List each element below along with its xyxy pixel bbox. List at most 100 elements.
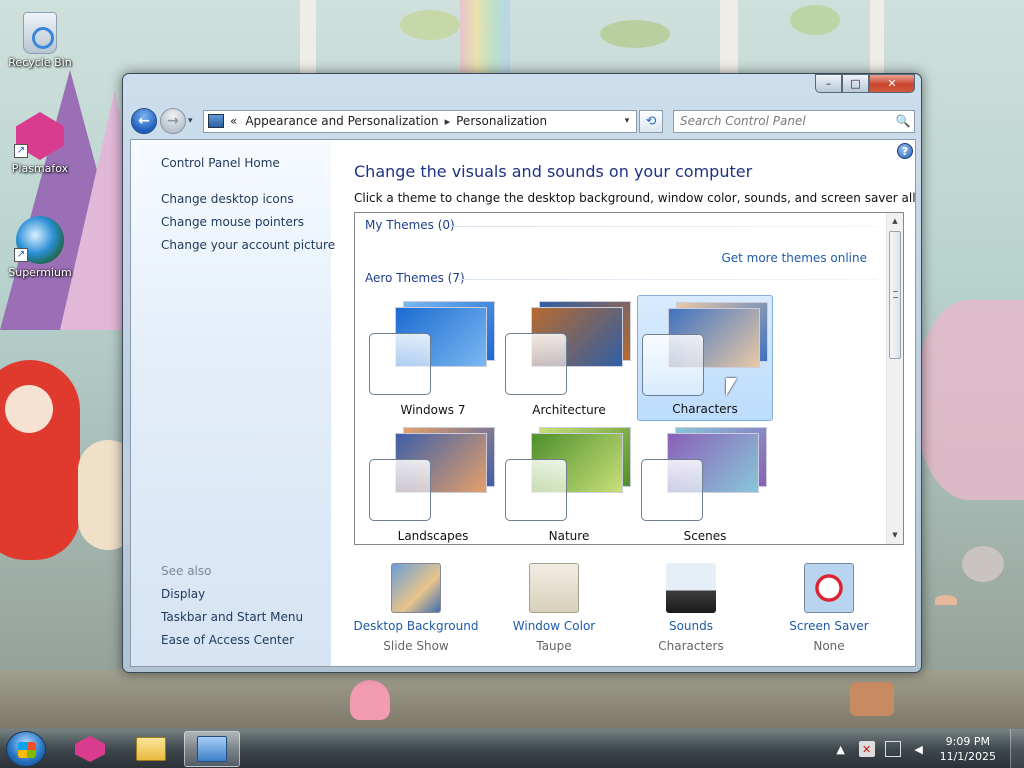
window-color-link[interactable]: Window Color	[486, 619, 622, 633]
desktop-background-value: Slide Show	[383, 639, 449, 653]
scroll-up-icon[interactable]: ▲	[887, 213, 903, 230]
themes-list: My Themes (0) Get more themes online Aer…	[354, 212, 904, 545]
screen-saver-icon	[804, 563, 854, 613]
desktop-background-setting[interactable]: Desktop Background Slide Show	[348, 560, 484, 653]
action-center-icon[interactable]: ✕	[858, 741, 875, 757]
wallpaper-leaf	[600, 20, 670, 48]
control-panel-icon	[197, 736, 227, 762]
window-color-value: Taupe	[536, 639, 572, 653]
page-subtitle: Click a theme to change the desktop back…	[354, 191, 916, 205]
desktop-icon-label: Plasmafox	[11, 162, 69, 175]
close-button[interactable]: ✕	[869, 74, 915, 93]
taskbar: ▲ ✕ ◀ 9:09 PM 11/1/2025	[0, 728, 1024, 768]
theme-tile[interactable]: Scenes	[637, 421, 773, 544]
wallpaper-doll	[0, 360, 80, 560]
see-also-heading: See also	[161, 564, 212, 578]
breadcrumb-personalization[interactable]: Personalization	[456, 114, 547, 128]
wallpaper-tree	[870, 0, 884, 75]
change-mouse-pointers-link[interactable]: Change mouse pointers	[161, 215, 304, 229]
theme-tile[interactable]: Landscapes	[365, 421, 501, 544]
taskbar-explorer-button[interactable]	[123, 731, 179, 767]
get-more-themes-link[interactable]: Get more themes online	[721, 251, 867, 265]
theme-window-color-preview	[369, 459, 431, 521]
taskbar-control-panel-button[interactable]	[184, 731, 240, 767]
wallpaper-tree	[300, 0, 316, 75]
refresh-button[interactable]: ⟲	[639, 109, 663, 133]
theme-tile[interactable]: Characters	[637, 295, 773, 421]
wallpaper-tulip	[350, 680, 390, 720]
display-link[interactable]: Display	[161, 587, 205, 601]
theme-name: Nature	[548, 529, 590, 543]
sidebar: Control Panel Home Change desktop icons …	[131, 140, 335, 666]
control-panel-home-link[interactable]: Control Panel Home	[161, 156, 280, 170]
aero-themes-heading[interactable]: Aero Themes (7)	[365, 271, 465, 285]
maximize-button[interactable]: □	[842, 74, 869, 93]
sounds-link[interactable]: Sounds	[623, 619, 759, 633]
plasmafox-icon	[75, 736, 105, 762]
taskbar-plasmafox-button[interactable]	[62, 731, 118, 767]
search-input[interactable]	[674, 114, 892, 128]
desktop-background-link[interactable]: Desktop Background	[348, 619, 484, 633]
volume-icon[interactable]: ◀	[911, 741, 927, 757]
address-bar[interactable]: « Appearance and Personalization ▸ Perso…	[203, 109, 637, 133]
clock[interactable]: 9:09 PM 11/1/2025	[940, 734, 996, 764]
theme-name: Scenes	[683, 529, 727, 543]
desktop-icon-recycle-bin[interactable]: Recycle Bin	[0, 8, 80, 69]
show-desktop-button[interactable]	[1010, 729, 1024, 768]
address-dropdown-icon[interactable]: ▾	[618, 116, 636, 126]
minimize-button[interactable]: –	[815, 74, 842, 93]
back-button[interactable]: ←	[131, 108, 157, 134]
ease-of-access-link[interactable]: Ease of Access Center	[161, 633, 294, 647]
change-desktop-icons-link[interactable]: Change desktop icons	[161, 192, 294, 206]
breadcrumb-prefix[interactable]: «	[230, 114, 237, 128]
navigation-bar: ← → ▾ « Appearance and Personalization ▸…	[131, 107, 915, 135]
control-panel-icon	[208, 114, 224, 128]
client-area: Control Panel Home Change desktop icons …	[130, 139, 916, 667]
wallpaper-plant	[914, 300, 1024, 500]
theme-settings-row: Desktop Background Slide Show Window Col…	[354, 560, 914, 666]
wallpaper-leaf	[790, 5, 840, 35]
search-box[interactable]: 🔍	[673, 109, 915, 133]
themes-scrollbar[interactable]: ▲ ▼	[886, 213, 903, 544]
help-icon[interactable]: ?	[897, 143, 913, 159]
desktop-icon-plasmafox[interactable]: ↗ Plasmafox	[0, 112, 80, 175]
theme-name: Architecture	[532, 403, 606, 417]
breadcrumb-separator-icon[interactable]: ▸	[445, 115, 451, 128]
recent-pages-dropdown[interactable]: ▾	[188, 116, 200, 126]
theme-name: Windows 7	[400, 403, 466, 417]
theme-tile[interactable]: Architecture	[501, 295, 637, 421]
wallpaper-mountain	[0, 70, 140, 330]
window-color-setting[interactable]: Window Color Taupe	[486, 560, 622, 653]
screen-saver-setting[interactable]: Screen Saver None	[761, 560, 897, 653]
network-icon[interactable]	[884, 741, 901, 757]
theme-window-color-preview	[641, 459, 703, 521]
theme-window-color-preview	[505, 459, 567, 521]
group-divider	[449, 226, 877, 227]
desktop-icon-supermium[interactable]: ↗ Supermium	[0, 216, 80, 279]
main-panel: ? Change the visuals and sounds on your …	[331, 140, 916, 666]
my-themes-heading[interactable]: My Themes (0)	[365, 218, 455, 232]
breadcrumb-appearance[interactable]: Appearance and Personalization	[245, 114, 438, 128]
wallpaper-mouse	[962, 546, 1004, 582]
page-title: Change the visuals and sounds on your co…	[354, 162, 753, 181]
clock-time: 9:09 PM	[945, 735, 990, 748]
theme-name: Characters	[672, 402, 738, 416]
show-hidden-icons-button[interactable]: ▲	[833, 741, 849, 757]
theme-tile[interactable]: Windows 7	[365, 295, 501, 421]
group-divider	[459, 279, 877, 280]
change-account-picture-link[interactable]: Change your account picture	[161, 238, 335, 252]
wallpaper-cupcake	[850, 682, 894, 716]
system-tray: ▲ ✕ ◀ 9:09 PM 11/1/2025	[828, 729, 1024, 768]
sounds-setting[interactable]: Sounds Characters	[623, 560, 759, 653]
taskbar-start-menu-link[interactable]: Taskbar and Start Menu	[161, 610, 303, 624]
search-icon[interactable]: 🔍	[892, 114, 914, 128]
screen-saver-link[interactable]: Screen Saver	[761, 619, 897, 633]
window-color-icon	[529, 563, 579, 613]
wallpaper-doll-face	[5, 385, 53, 433]
scrollbar-thumb[interactable]	[889, 231, 901, 359]
forward-button[interactable]: →	[160, 108, 186, 134]
start-button[interactable]	[6, 731, 46, 767]
wallpaper-tree	[720, 0, 738, 75]
theme-tile[interactable]: Nature	[501, 421, 637, 544]
scroll-down-icon[interactable]: ▼	[887, 527, 903, 544]
